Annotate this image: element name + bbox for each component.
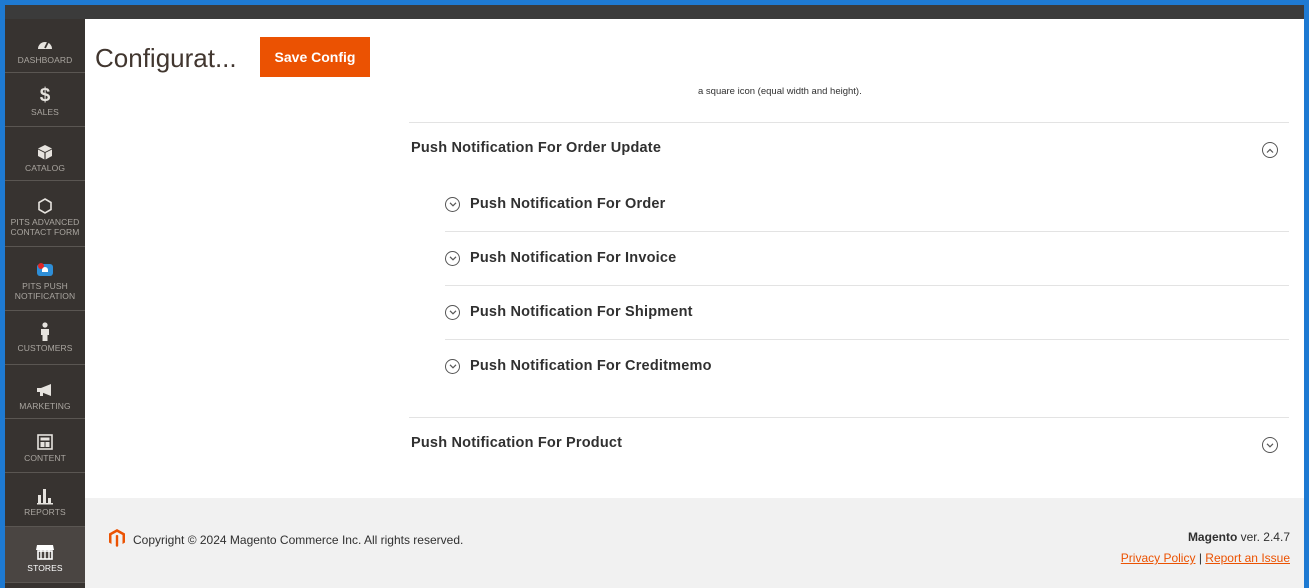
subsection-label: Push Notification For Creditmemo	[470, 358, 712, 374]
magento-logo-icon	[109, 529, 125, 550]
sidebar-item-pits-push-notification[interactable]: Pits Push Notification	[5, 247, 85, 311]
footer-links: Privacy Policy | Report an Issue	[1121, 551, 1290, 565]
chevron-up-icon[interactable]	[1262, 142, 1278, 158]
sidebar-item-pits-advanced-contact-form[interactable]: Pits Advanced Contact Form	[5, 181, 85, 247]
admin-window: Dashboard $ Sales Catalog Pits Advanced …	[5, 5, 1304, 588]
section-title: Push Notification For Order Update	[411, 140, 662, 156]
notification-icon	[36, 259, 54, 281]
subsection-label: Push Notification For Order	[470, 196, 666, 212]
report-issue-link[interactable]: Report an Issue	[1205, 551, 1290, 565]
gauge-icon	[37, 33, 53, 55]
page-header: Configurat... Save Config	[85, 19, 1304, 83]
sidebar-item-label: Stores	[27, 563, 63, 573]
sidebar-item-label: Catalog	[24, 163, 66, 173]
subsection-shipment[interactable]: Push Notification For Shipment	[445, 304, 693, 320]
subsection-label: Push Notification For Invoice	[470, 250, 677, 266]
dollar-icon: $	[39, 85, 51, 106]
save-config-button[interactable]: Save Config	[260, 37, 370, 77]
hexagon-icon	[37, 195, 53, 217]
privacy-policy-link[interactable]: Privacy Policy	[1121, 551, 1196, 565]
sidebar-item-label: Marketing	[19, 401, 71, 411]
divider	[409, 417, 1289, 418]
admin-sidebar: Dashboard $ Sales Catalog Pits Advanced …	[5, 19, 85, 588]
person-icon	[39, 321, 51, 343]
page-title: Configurat...	[95, 43, 237, 73]
subsection-order[interactable]: Push Notification For Order	[445, 196, 666, 212]
subsection-invoice[interactable]: Push Notification For Invoice	[445, 250, 676, 266]
bar-chart-icon	[36, 485, 54, 507]
chevron-down-icon	[445, 358, 460, 374]
sidebar-item-reports[interactable]: Reports	[5, 473, 85, 527]
copyright-text: Copyright © 2024 Magento Commerce Inc. A…	[133, 532, 464, 547]
sidebar-item-sales[interactable]: $ Sales	[5, 73, 85, 127]
brand-name: Magento	[1187, 530, 1238, 544]
link-separator: |	[1198, 551, 1202, 565]
sidebar-item-stores[interactable]: Stores	[5, 527, 85, 583]
divider	[445, 285, 1289, 286]
subsection-creditmemo[interactable]: Push Notification For Creditmemo	[445, 358, 712, 374]
page-footer: Copyright © 2024 Magento Commerce Inc. A…	[85, 498, 1304, 588]
field-note: a square icon (equal width and height).	[698, 86, 862, 97]
divider	[445, 339, 1289, 340]
sidebar-item-customers[interactable]: Customers	[5, 311, 85, 365]
sidebar-item-label: Pits Advanced Contact Form	[10, 217, 80, 237]
subsection-label: Push Notification For Shipment	[470, 304, 693, 320]
sidebar-item-dashboard[interactable]: Dashboard	[5, 19, 85, 73]
store-icon	[35, 541, 55, 563]
sidebar-item-label: Sales	[31, 107, 59, 117]
sidebar-item-marketing[interactable]: Marketing	[5, 365, 85, 419]
box-icon	[37, 141, 53, 163]
sidebar-item-label: Customers	[17, 343, 73, 353]
chevron-down-icon	[445, 250, 460, 266]
chevron-down-icon	[445, 196, 460, 212]
divider	[409, 122, 1289, 123]
divider	[445, 231, 1289, 232]
sidebar-item-label: Pits Push Notification	[14, 281, 76, 301]
sidebar-item-label: Content	[24, 453, 66, 463]
megaphone-icon	[36, 379, 54, 401]
sidebar-item-label: Reports	[24, 507, 66, 517]
chevron-down-icon[interactable]	[1262, 437, 1278, 453]
copyright: Copyright © 2024 Magento Commerce Inc. A…	[109, 529, 463, 550]
top-strip	[5, 5, 1304, 19]
layout-icon	[37, 431, 53, 453]
sidebar-item-label: Dashboard	[17, 55, 73, 65]
chevron-down-icon	[445, 304, 460, 320]
config-content: a square icon (equal width and height). …	[85, 83, 1304, 498]
version-number: ver. 2.4.7	[1240, 530, 1290, 544]
sidebar-item-catalog[interactable]: Catalog	[5, 127, 85, 181]
version-info: Magento ver. 2.4.7	[1188, 530, 1290, 544]
sidebar-item-content[interactable]: Content	[5, 419, 85, 473]
section-title: Push Notification For Product	[411, 435, 623, 451]
